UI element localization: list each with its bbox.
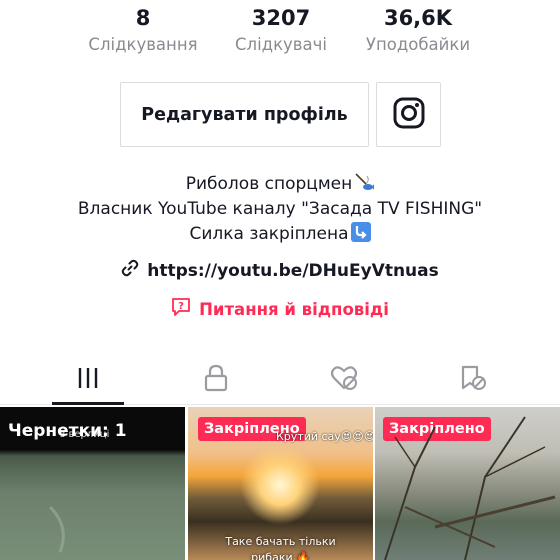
fish-shape <box>48 505 65 553</box>
question-icon: ? <box>171 297 191 321</box>
bio-line-1: Риболов спорцмен <box>0 172 560 197</box>
video-thumbnail-drafts[interactable]: з верлиці Чернетки: 1 <box>0 407 185 560</box>
tab-private[interactable] <box>146 355 286 405</box>
tab-favorites[interactable] <box>402 355 542 405</box>
followers-stat[interactable]: 3207 Слідкувачі <box>211 4 351 58</box>
instagram-button[interactable] <box>376 82 441 147</box>
following-count: 8 <box>135 6 151 30</box>
bio-line-2: Власник YouTube каналу "Засада TV FISHIN… <box>77 199 483 219</box>
instagram-icon <box>392 96 426 133</box>
arrow-down-icon <box>350 222 371 242</box>
profile-link[interactable]: https://youtu.be/DHuEyVtnuas <box>0 259 560 282</box>
link-url[interactable]: https://youtu.be/DHuEyVtnuas <box>147 261 439 281</box>
qa-link[interactable]: ? Питання й відповіді <box>0 297 560 321</box>
bio-line-3-text: Силка закріплена <box>189 224 349 244</box>
tab-videos[interactable] <box>18 355 158 405</box>
bookmark-hidden-icon <box>457 364 487 396</box>
likes-stat[interactable]: 36,6K Уподобайки <box>348 4 488 58</box>
video-thumbnail-pinned-1[interactable]: Закріплено Крутий сау😍😍😍 Таке бачать тіл… <box>188 407 373 560</box>
active-tab-indicator <box>52 402 124 405</box>
bio-line-3: Силка закріплена <box>0 222 560 247</box>
profile-bio: Риболов спорцмен Власник YouTube каналу … <box>0 172 560 247</box>
link-icon <box>121 259 139 282</box>
profile-stats: 8 Слідкування 3207 Слідкувачі 36,6K Упод… <box>0 4 560 60</box>
following-label: Слідкування <box>88 35 198 54</box>
heart-hidden-icon <box>329 364 359 396</box>
video-overlay-text: Крутий сау😍😍😍 <box>276 430 373 443</box>
video-thumbnail-pinned-2[interactable]: Закріплено <box>375 407 560 560</box>
lock-icon <box>203 364 229 396</box>
sun-glow <box>240 445 320 525</box>
drafts-label: Чернетки: 1 <box>8 421 127 441</box>
video-caption-line-1: Таке бачать тільки <box>225 535 336 548</box>
tab-liked[interactable] <box>274 355 414 405</box>
edit-profile-button[interactable]: Редагувати профіль <box>120 82 369 147</box>
tree-branches <box>384 416 556 560</box>
video-grid: з верлиці Чернетки: 1 Закріплено Крутий … <box>0 407 560 560</box>
video-caption-line-2: рибаки 🔥 <box>251 551 310 560</box>
bio-line-1-text: Риболов спорцмен <box>185 174 353 194</box>
followers-label: Слідкувачі <box>235 35 327 54</box>
likes-label: Уподобайки <box>365 35 471 54</box>
qa-label: Питання й відповіді <box>199 299 389 319</box>
grid-icon <box>75 365 101 395</box>
followers-count: 3207 <box>251 6 311 30</box>
following-stat[interactable]: 8 Слідкування <box>73 4 213 58</box>
likes-count: 36,6K <box>383 6 453 30</box>
fishing-pole-icon <box>354 172 375 192</box>
svg-text:?: ? <box>178 301 184 312</box>
content-tabs <box>0 355 560 405</box>
